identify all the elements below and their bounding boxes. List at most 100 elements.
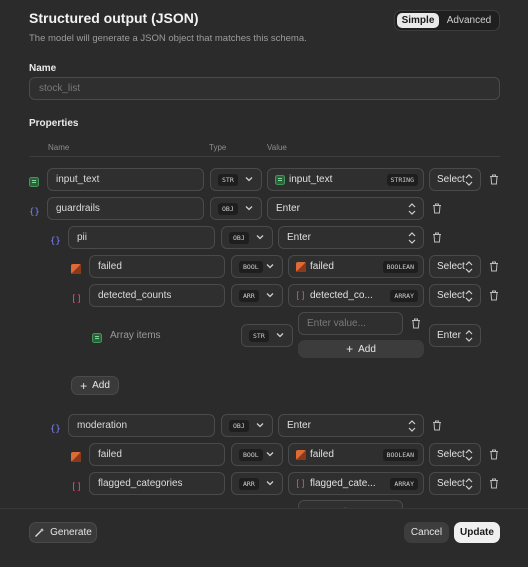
property-name-input[interactable]: failed	[89, 443, 225, 466]
type-select[interactable]: OBJ	[210, 197, 262, 220]
property-name-input[interactable]: detected_counts	[89, 284, 225, 307]
updown-chevron-icon	[408, 203, 416, 215]
add-array-value-button[interactable]: + Add	[298, 340, 424, 358]
generate-label: Generate	[50, 527, 92, 538]
property-name-input[interactable]: guardrails	[47, 197, 204, 220]
delete-icon[interactable]	[432, 232, 442, 243]
value-type-chip: ARRAY	[390, 290, 418, 302]
array-type-icon: []	[71, 478, 82, 496]
type-select[interactable]: BOOL	[231, 443, 283, 466]
dialog-subtitle: The model will generate a JSON object th…	[29, 33, 307, 44]
updown-chevron-icon	[408, 420, 416, 432]
svg-text:{}: {}	[29, 208, 39, 217]
delete-icon[interactable]	[432, 203, 442, 214]
mode-toggle: Simple Advanced	[394, 10, 500, 31]
type-select[interactable]: OBJ	[221, 226, 273, 249]
type-chip: OBJ	[229, 420, 249, 432]
select-dropdown[interactable]: Select	[429, 472, 481, 495]
type-select[interactable]: ARR	[231, 472, 283, 495]
array-icon: []	[295, 292, 305, 301]
type-select[interactable]: STR	[210, 168, 262, 191]
mode-advanced-button[interactable]: Advanced	[441, 13, 497, 28]
updown-chevron-icon	[465, 174, 473, 186]
mode-simple-button[interactable]: Simple	[397, 13, 439, 28]
select-text: Select	[437, 449, 465, 460]
value-text: Enter	[276, 203, 300, 214]
select-text: Select	[437, 174, 465, 185]
chevron-down-icon	[276, 333, 284, 338]
value-select[interactable]: input_text STRING	[267, 168, 424, 191]
value-text: flagged_cate...	[310, 478, 376, 489]
array-items-label: Array items	[110, 330, 161, 341]
select-dropdown[interactable]: Select	[429, 255, 481, 278]
properties-label: Properties	[29, 118, 79, 129]
boolean-type-icon	[71, 261, 81, 279]
column-name-header: Name	[48, 143, 70, 152]
chevron-down-icon	[245, 177, 253, 182]
column-type-header: Type	[209, 143, 227, 152]
plus-icon: +	[80, 378, 88, 393]
type-chip: BOOL	[239, 261, 263, 273]
chevron-down-icon	[266, 481, 274, 486]
value-select[interactable]: failed BOOLEAN	[288, 443, 424, 466]
string-type-icon	[92, 330, 102, 348]
delete-icon[interactable]	[489, 449, 499, 460]
type-select[interactable]: OBJ	[221, 414, 273, 437]
type-select[interactable]: STR	[241, 324, 293, 347]
object-type-icon: {}	[50, 232, 61, 250]
updown-chevron-icon	[465, 449, 473, 461]
property-name-input[interactable]: pii	[68, 226, 215, 249]
select-dropdown[interactable]: Select	[429, 284, 481, 307]
object-type-icon: {}	[29, 203, 40, 221]
add-property-button[interactable]: + Add	[71, 376, 119, 395]
boolean-icon	[296, 262, 306, 272]
string-type-icon	[29, 174, 39, 192]
value-type-chip: ARRAY	[390, 478, 418, 490]
value-select[interactable]: Enter	[278, 226, 424, 249]
cancel-button[interactable]: Cancel	[404, 522, 449, 543]
generate-button[interactable]: Generate	[29, 522, 97, 543]
value-text: failed	[310, 449, 334, 460]
value-text: input_text	[289, 174, 333, 185]
delete-icon[interactable]	[411, 318, 421, 329]
property-name-input[interactable]: failed	[89, 255, 225, 278]
chevron-down-icon	[266, 264, 274, 269]
delete-icon[interactable]	[489, 261, 499, 272]
select-dropdown[interactable]: Enter	[429, 324, 481, 347]
delete-icon[interactable]	[489, 478, 499, 489]
select-dropdown[interactable]: Select	[429, 168, 481, 191]
value-text: detected_co...	[310, 290, 373, 301]
array-icon: []	[295, 480, 305, 489]
svg-text:[]: []	[295, 480, 305, 489]
property-name-input[interactable]: moderation	[68, 414, 215, 437]
property-name-input[interactable]: input_text	[47, 168, 204, 191]
select-text: Enter	[437, 330, 461, 341]
svg-text:[]: []	[71, 295, 81, 304]
updown-chevron-icon	[465, 290, 473, 302]
type-chip: ARR	[239, 478, 259, 490]
value-select[interactable]: Enter	[278, 414, 424, 437]
value-select[interactable]: [] flagged_cate... ARRAY	[288, 472, 424, 495]
select-dropdown[interactable]: Select	[429, 443, 481, 466]
delete-icon[interactable]	[489, 290, 499, 301]
update-button[interactable]: Update	[454, 522, 500, 543]
dialog-title: Structured output (JSON)	[29, 10, 199, 26]
type-select[interactable]: ARR	[231, 284, 283, 307]
property-name-input[interactable]: flagged_categories	[89, 472, 225, 495]
value-select[interactable]: Enter	[267, 197, 424, 220]
array-type-icon: []	[71, 290, 82, 308]
type-select[interactable]: BOOL	[231, 255, 283, 278]
magic-wand-icon	[35, 528, 45, 537]
plus-icon: +	[346, 342, 354, 356]
value-select[interactable]: [] detected_co... ARRAY	[288, 284, 424, 307]
delete-icon[interactable]	[432, 420, 442, 431]
delete-icon[interactable]	[489, 174, 499, 185]
chevron-down-icon	[266, 452, 274, 457]
add-label: Add	[92, 380, 110, 391]
updown-chevron-icon	[465, 261, 473, 273]
value-select[interactable]: failed BOOLEAN	[288, 255, 424, 278]
chevron-down-icon	[266, 293, 274, 298]
array-value-input[interactable]: Enter value...	[298, 312, 403, 335]
svg-text:[]: []	[295, 292, 305, 301]
name-input[interactable]: stock_list	[29, 77, 500, 100]
